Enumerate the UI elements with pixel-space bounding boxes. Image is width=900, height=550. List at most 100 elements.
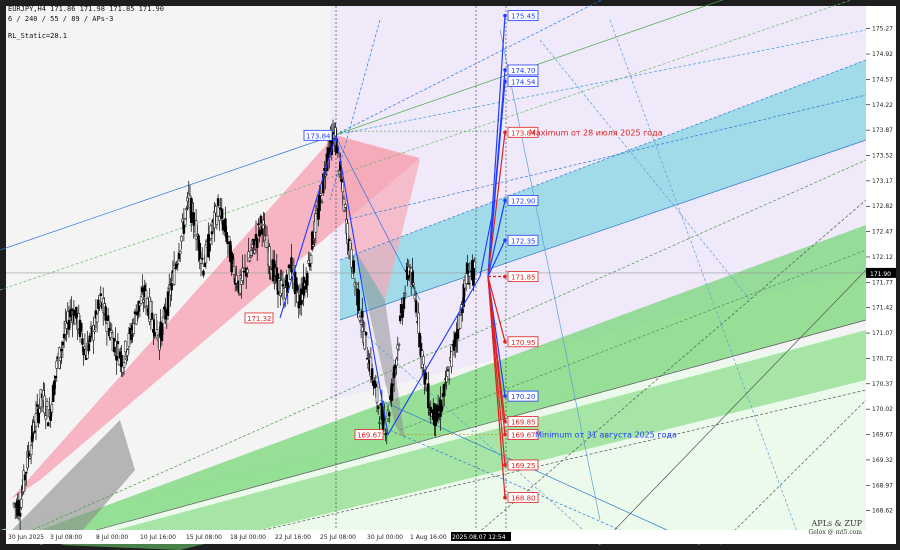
candle-body <box>43 395 46 414</box>
y-tick-label: 173.17 <box>872 178 893 185</box>
candle-body <box>357 289 360 311</box>
candle-body <box>424 372 428 380</box>
candle-body <box>319 193 323 196</box>
candle-body <box>127 333 131 347</box>
candle-body <box>28 456 32 459</box>
y-tick-label: 172.12 <box>872 254 893 261</box>
candle-body <box>252 238 255 246</box>
candle-body <box>296 285 299 290</box>
candle-body <box>224 218 227 233</box>
candle-body <box>227 236 231 242</box>
candle-body <box>434 421 437 426</box>
candle-body <box>35 404 39 407</box>
chart-window: 175.45 174.70 174.54 173.84 172.90 172.35 171.… <box>0 0 900 550</box>
y-tick-label: 171.77 <box>872 279 893 286</box>
candle-body <box>38 408 41 414</box>
candle-body <box>210 231 214 235</box>
candle-body <box>464 273 468 285</box>
watermark-sub: Gelox @ mt5.com <box>808 529 862 536</box>
candle-body <box>243 267 247 269</box>
candle-body <box>218 216 221 221</box>
projection-point <box>503 495 507 500</box>
candle-body <box>378 422 381 424</box>
candle-body <box>308 263 312 267</box>
y-tick-label: 170.72 <box>872 355 893 362</box>
candle-body <box>191 202 194 204</box>
candle-body <box>320 201 324 204</box>
candle-body <box>161 316 165 324</box>
candle-body <box>160 323 164 342</box>
candle-body <box>241 267 244 281</box>
candle-body <box>203 263 206 267</box>
candle-body <box>387 412 391 417</box>
candle-body <box>176 262 180 265</box>
candle-body <box>166 291 170 316</box>
candle-body <box>122 362 126 368</box>
candle-body <box>158 336 161 351</box>
y-tick-label: 172.47 <box>872 229 893 236</box>
candle-body <box>216 198 220 207</box>
candle-body <box>114 340 117 348</box>
candle-body <box>22 470 26 492</box>
candle-body <box>141 287 144 293</box>
candle-body <box>391 383 395 386</box>
y-tick-label: 170.37 <box>872 381 893 388</box>
candle-body <box>128 327 132 335</box>
max-annotation: Maximum от 28 июля 2025 года <box>529 128 663 137</box>
candle-body <box>414 300 418 313</box>
price-chart[interactable]: 175.45 174.70 174.54 173.84 172.90 172.35 171.… <box>0 0 900 550</box>
price-label-text: 174.70 <box>511 67 536 75</box>
candle-body <box>255 238 259 248</box>
candle-body <box>442 383 446 397</box>
candle-body <box>370 368 374 380</box>
candle-body <box>306 273 309 286</box>
price-label-text: 170.95 <box>511 339 536 347</box>
projection-point <box>503 238 507 243</box>
candle-body <box>412 282 415 286</box>
x-tick-label: 1 Aug 16:00 <box>410 534 447 541</box>
price-label-text: 171.85 <box>511 274 536 282</box>
candle-body <box>116 341 120 345</box>
y-tick-label: 174.22 <box>872 102 893 109</box>
x-tick-label: 8 Jul 00:00 <box>96 534 128 541</box>
projection-point <box>503 394 507 398</box>
candle-body <box>280 279 283 294</box>
candle-body <box>268 246 271 267</box>
candle-body <box>50 404 54 413</box>
candle-body <box>34 413 38 427</box>
candle-body <box>384 433 387 435</box>
candle-body <box>340 179 343 182</box>
x-tick-label: 2025.08.07 12:54 <box>452 534 506 541</box>
candle-body <box>354 283 358 285</box>
candle-body <box>242 270 246 273</box>
price-label-text: 174.54 <box>511 79 536 87</box>
candle-body <box>92 324 95 341</box>
min-annotation: Minimum от 31 августа 2025 года <box>535 431 677 440</box>
candle-body <box>29 445 33 455</box>
candle-body <box>257 223 260 226</box>
candle-body <box>204 244 208 264</box>
candle-body <box>215 216 219 225</box>
candle-body <box>458 315 462 329</box>
candle-body <box>65 323 68 329</box>
y-tick-label: 173.52 <box>872 153 893 160</box>
candle-body <box>68 309 72 317</box>
candle-body <box>18 512 22 517</box>
candle-body <box>145 298 149 307</box>
candle-body <box>33 430 37 433</box>
candle-body <box>318 194 321 212</box>
candle-body <box>136 311 139 315</box>
candle-body <box>132 323 136 334</box>
candle-body <box>60 349 63 352</box>
candle-body <box>200 258 204 260</box>
candle-body <box>208 243 211 252</box>
candle-body <box>79 323 83 332</box>
candle-body <box>422 356 425 365</box>
candle-body <box>375 386 379 403</box>
candle-body <box>110 330 114 333</box>
indicator-header: 6 / 240 / 55 / 89 / APs-3 <box>8 15 114 23</box>
candle-body <box>39 389 43 408</box>
candle-body <box>170 283 173 291</box>
candle-body <box>139 296 143 304</box>
candle-body <box>248 257 252 261</box>
